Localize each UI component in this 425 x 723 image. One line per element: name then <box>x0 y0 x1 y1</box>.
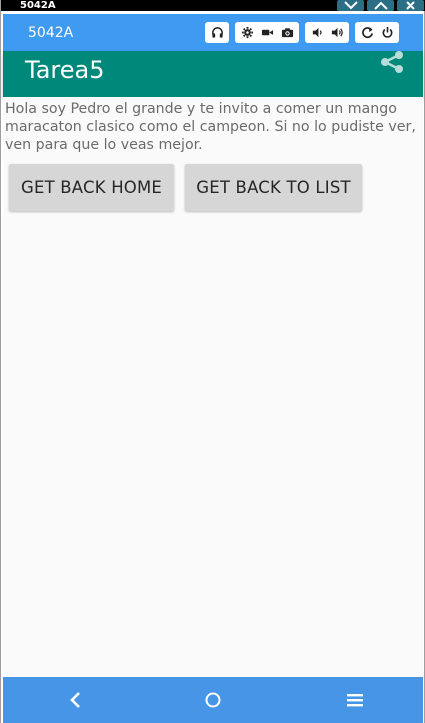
tool-group-volume <box>305 22 349 43</box>
window-titlebar: 5042A <box>1 0 425 11</box>
headphones-button[interactable] <box>207 23 227 42</box>
window-title: 5042A <box>20 0 56 11</box>
headphones-icon <box>211 27 223 38</box>
message-text: Hola soy Pedro el grande y te invito a c… <box>5 101 416 153</box>
app-bar: Tarea5 <box>3 51 423 97</box>
emulator-device-name: 5042A <box>28 24 74 41</box>
rotate-icon <box>361 27 373 39</box>
window-close-button[interactable] <box>397 0 424 11</box>
nav-home-button[interactable] <box>193 677 233 723</box>
close-icon <box>406 1 415 10</box>
chevron-up-icon <box>373 1 388 10</box>
get-back-to-list-button[interactable]: GET BACK TO LIST <box>185 164 362 211</box>
emulator-toolbar: 5042A <box>3 14 423 51</box>
chevron-down-icon <box>343 1 358 10</box>
volume-up-icon <box>331 27 343 38</box>
tool-group-capture <box>235 22 299 43</box>
navigation-bar <box>3 677 423 723</box>
app-title: Tarea5 <box>25 56 105 84</box>
power-icon <box>382 26 392 38</box>
video-camera-icon <box>261 29 273 36</box>
share-icon <box>381 51 403 73</box>
tool-group-audio <box>205 22 229 43</box>
home-circle-icon <box>205 692 221 708</box>
settings-button[interactable] <box>237 23 257 42</box>
rotate-button[interactable] <box>357 23 377 42</box>
volume-down-icon <box>312 27 322 38</box>
gear-icon <box>241 26 253 39</box>
back-icon <box>70 692 80 708</box>
content-area: Hola soy Pedro el grande y te invito a c… <box>3 97 423 677</box>
emulator-tools <box>205 22 399 43</box>
get-back-home-button[interactable]: GET BACK HOME <box>9 164 174 211</box>
nav-menu-button[interactable] <box>335 677 375 723</box>
window-controls <box>337 0 424 11</box>
screenshot-button[interactable] <box>277 23 297 42</box>
tool-group-power <box>355 22 399 43</box>
volume-up-button[interactable] <box>327 23 347 42</box>
camera-icon <box>281 28 293 38</box>
menu-icon <box>347 694 363 707</box>
volume-down-button[interactable] <box>307 23 327 42</box>
window-minimize-button[interactable] <box>337 0 364 11</box>
share-button[interactable] <box>378 51 406 77</box>
video-record-button[interactable] <box>257 23 277 42</box>
power-button[interactable] <box>377 23 397 42</box>
nav-back-button[interactable] <box>55 677 95 723</box>
window-maximize-button[interactable] <box>367 0 394 11</box>
device-frame: 5042A 5042A Tarea5 Hola soy Pedro el gra… <box>0 0 425 723</box>
